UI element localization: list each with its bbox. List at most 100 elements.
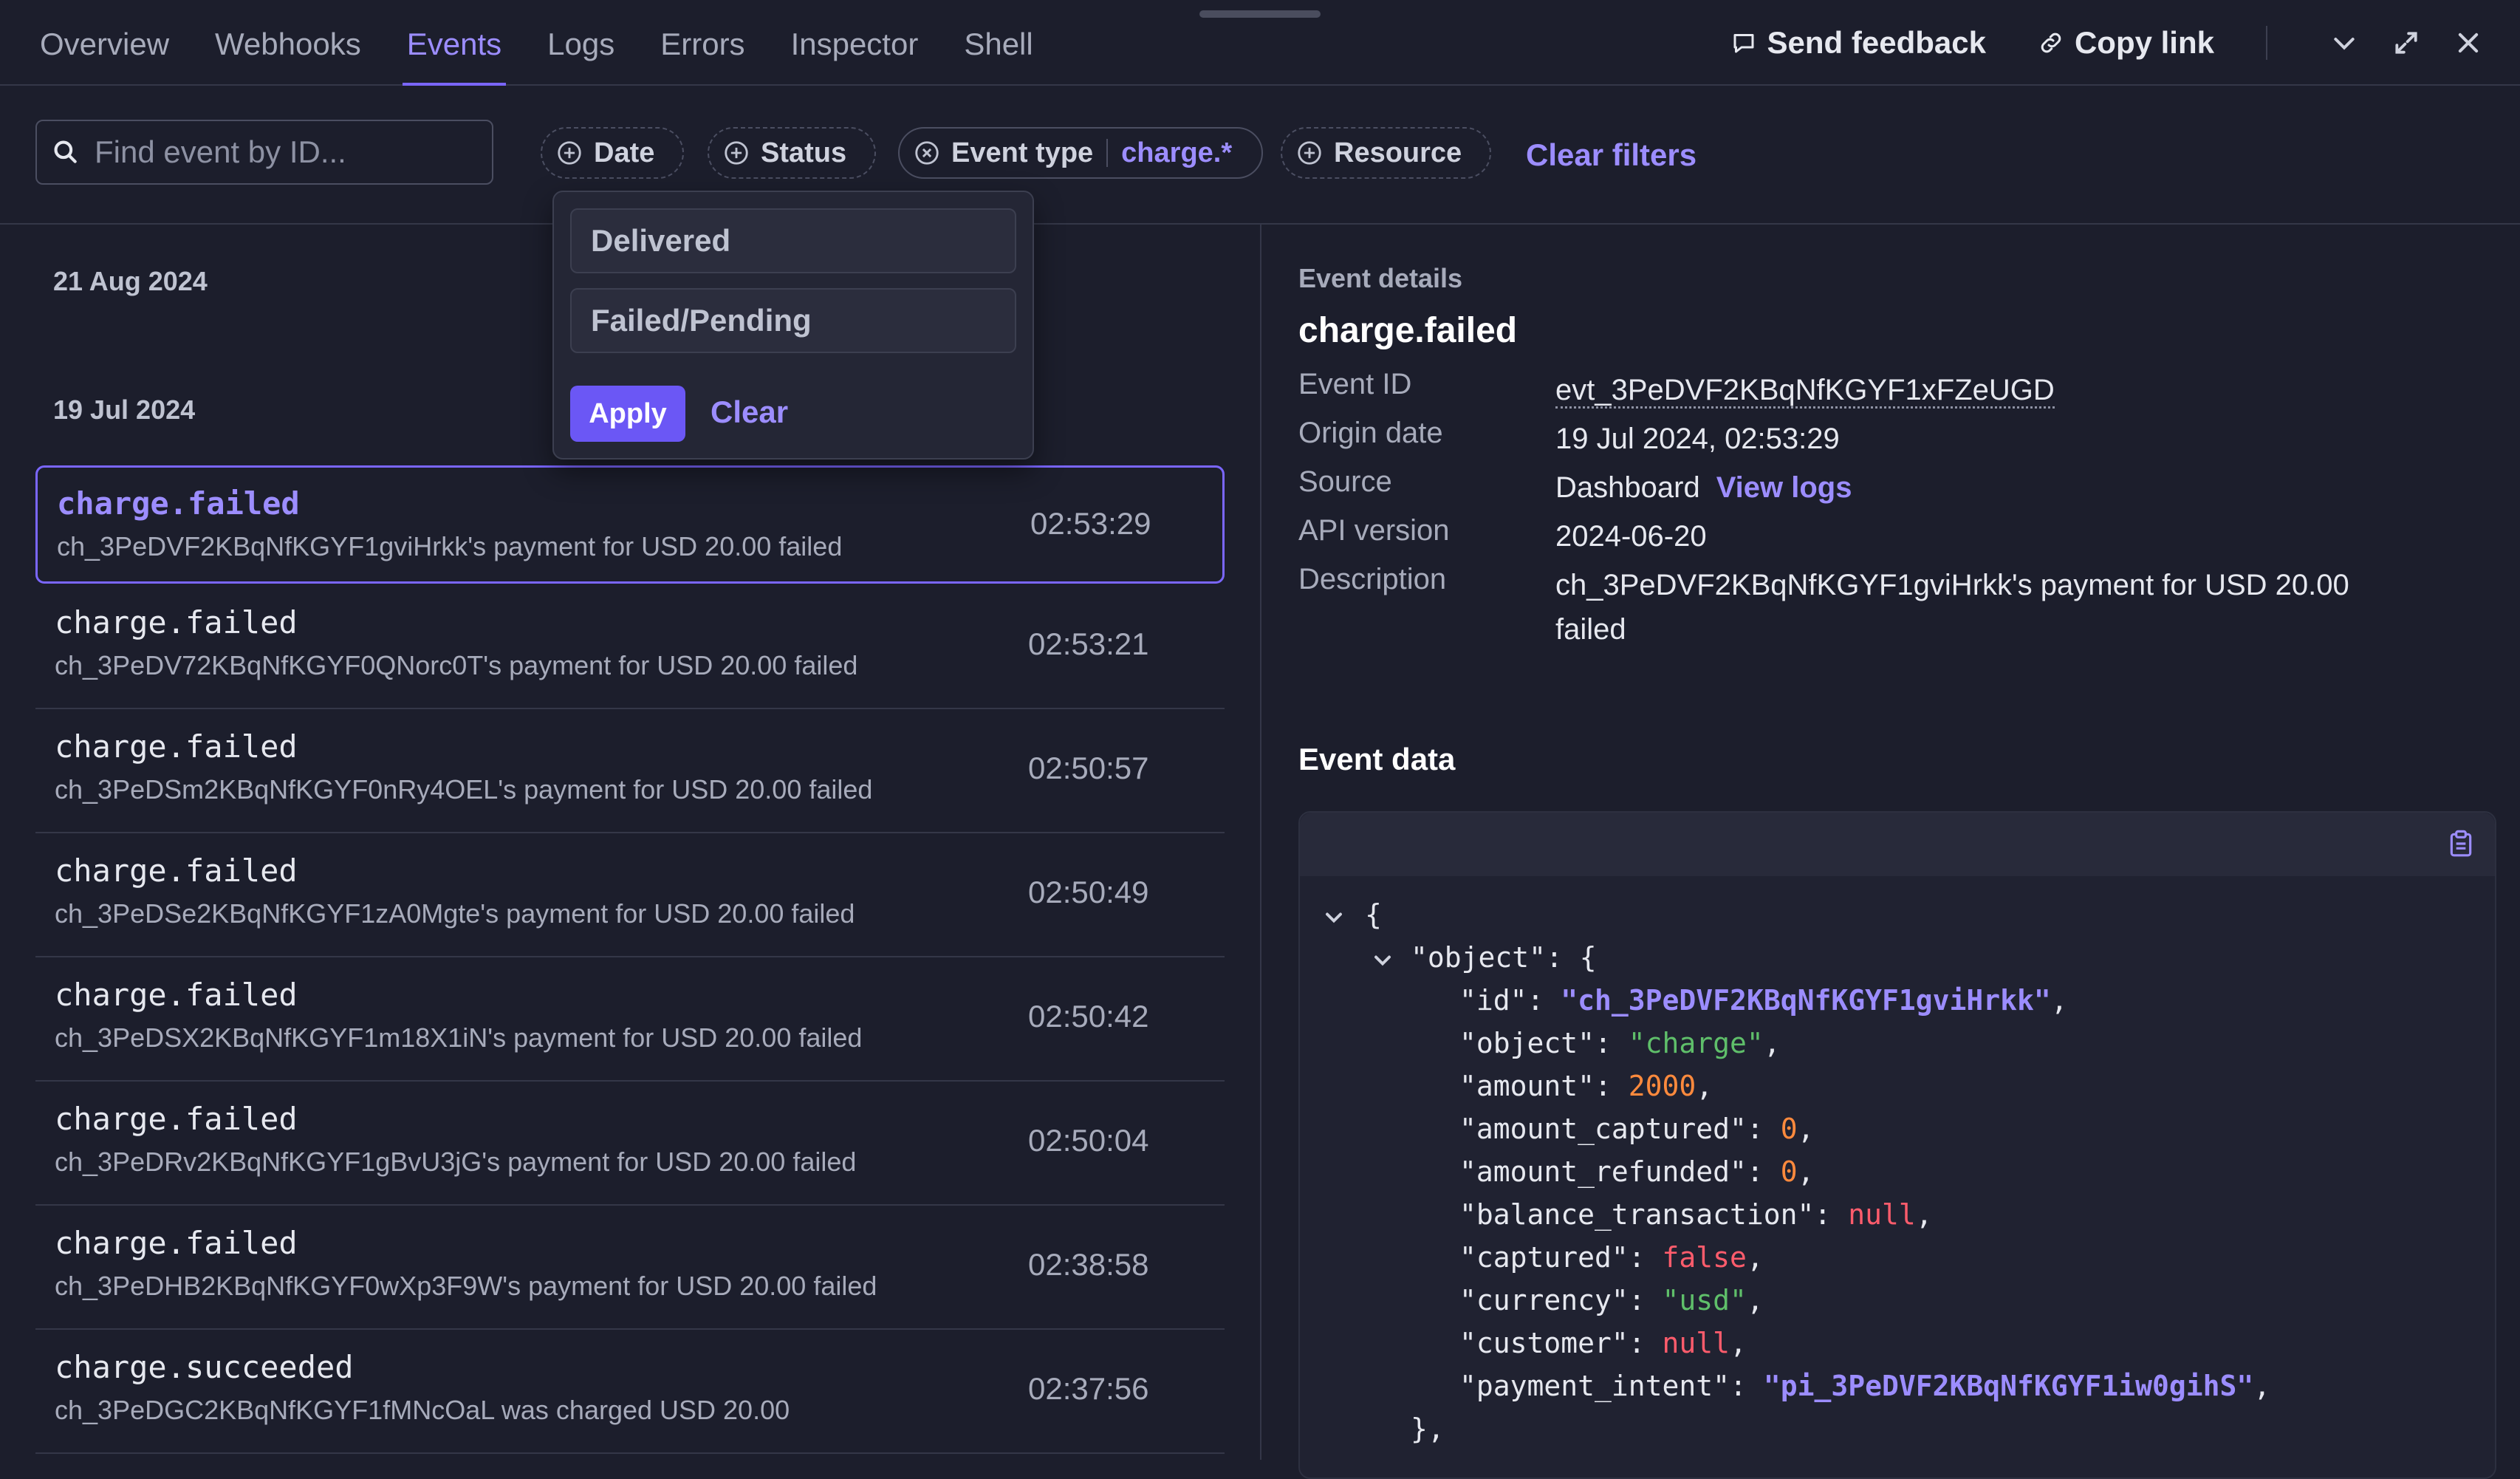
chip-divider	[1106, 139, 1109, 167]
event-description: ch_3PeDSX2KBqNfKGYF1m18X1iN's payment fo…	[55, 1022, 863, 1053]
status-filter-label: Status	[761, 137, 847, 168]
event-type: charge.succeeded	[55, 1349, 354, 1385]
send-feedback-button[interactable]: Send feedback	[1730, 25, 1986, 61]
event-type: charge.failed	[55, 1101, 298, 1137]
json-line-object: "object": "charge",	[1459, 1027, 1781, 1059]
search-icon	[54, 140, 77, 163]
drag-handle[interactable]	[1199, 10, 1321, 18]
tab-inspector[interactable]: Inspector	[791, 22, 919, 84]
detail-key: API version	[1298, 514, 1450, 547]
event-type: charge.failed	[57, 485, 300, 522]
status-option-failed-pending[interactable]: Failed/Pending	[570, 288, 1016, 353]
view-logs-link[interactable]: View logs	[1716, 471, 1852, 504]
event-time: 02:53:21	[1028, 626, 1149, 661]
description-value: ch_3PeDVF2KBqNfKGYF1gviHrkk's payment fo…	[1555, 569, 2349, 646]
event-row[interactable]: charge.failed ch_3PeDSX2KBqNfKGYF1m18X1i…	[35, 959, 1225, 1082]
event-time: 02:50:42	[1028, 999, 1149, 1034]
json-line-id: "id": "ch_3PeDVF2KBqNfKGYF1gviHrkk",	[1459, 984, 2068, 1017]
event-description: ch_3PeDHB2KBqNfKGYF0wXp3F9W's payment fo…	[55, 1271, 877, 1301]
date-filter-chip[interactable]: Date	[541, 127, 685, 179]
detail-key: Description	[1298, 563, 1447, 595]
event-row[interactable]: charge.failed ch_3PeDRv2KBqNfKGYF1gBvU3j…	[35, 1083, 1225, 1206]
divider	[2266, 26, 2267, 60]
close-icon	[2458, 33, 2479, 53]
filter-bar: Date Status Event type charge.* Resource…	[0, 86, 2520, 225]
json-line-payment-intent: "payment_intent": "pi_3PeDVF2KBqNfKGYF1i…	[1459, 1370, 2271, 1402]
top-bar: Overview Webhooks Events Logs Errors Ins…	[0, 0, 2520, 86]
tab-webhooks[interactable]: Webhooks	[215, 22, 361, 84]
date-group-header: 21 Aug 2024	[53, 266, 208, 296]
event-time: 02:50:57	[1028, 751, 1149, 785]
json-line-amount-refunded: "amount_refunded": 0,	[1459, 1155, 1815, 1188]
status-filter-chip[interactable]: Status	[708, 127, 877, 179]
copy-link-button[interactable]: Copy link	[2038, 25, 2214, 61]
chevron-down-icon	[2334, 38, 2355, 50]
expand-icon	[2395, 32, 2417, 54]
event-row-selected[interactable]: charge.failed ch_3PeDVF2KBqNfKGYF1gviHrk…	[35, 465, 1225, 584]
chevron-down-icon[interactable]	[1321, 904, 1347, 931]
event-time: 02:53:29	[1030, 506, 1151, 541]
date-filter-label: Date	[594, 137, 655, 168]
event-time: 02:50:04	[1028, 1123, 1149, 1158]
event-description: ch_3PeDV72KBqNfKGYF0QNorc0T's payment fo…	[55, 650, 858, 680]
event-type-filter-label: Event type	[951, 137, 1094, 168]
event-description: ch_3PeDRv2KBqNfKGYF1gBvU3jG's payment fo…	[55, 1147, 857, 1177]
event-time: 02:38:58	[1028, 1247, 1149, 1282]
event-time: 02:37:56	[1028, 1371, 1149, 1406]
copy-link-label: Copy link	[2074, 25, 2214, 60]
json-line-customer: "customer": null,	[1459, 1327, 1747, 1359]
api-version-value: 2024-06-20	[1555, 520, 1707, 553]
detail-key: Source	[1298, 465, 1392, 498]
resource-filter-chip[interactable]: Resource	[1281, 127, 1492, 179]
collapse-button[interactable]	[2322, 21, 2366, 65]
json-object-close: },	[1411, 1413, 1445, 1445]
event-type-filter-value: charge.*	[1121, 137, 1233, 168]
event-type-filter-chip[interactable]: Event type charge.*	[898, 127, 1264, 179]
event-details-panel: Event details charge.failed Event ID evt…	[1261, 225, 2520, 1479]
event-row[interactable]: charge.succeeded ch_3PeDGC2KBqNfKGYF1fMN…	[35, 1331, 1225, 1454]
date-group-header: 19 Jul 2024	[53, 394, 196, 425]
close-button[interactable]	[2446, 21, 2490, 65]
event-description: ch_3PeDSe2KBqNfKGYF1zA0Mgte's payment fo…	[55, 898, 855, 929]
event-description: ch_3PeDGC2KBqNfKGYF1fMNcOaL was charged …	[55, 1395, 790, 1425]
tab-events[interactable]: Events	[402, 22, 507, 86]
send-feedback-label: Send feedback	[1767, 25, 1986, 60]
status-option-delivered[interactable]: Delivered	[570, 208, 1016, 273]
tab-errors[interactable]: Errors	[660, 22, 744, 84]
source-value: Dashboard	[1555, 471, 1700, 504]
chevron-down-icon[interactable]	[1369, 947, 1396, 974]
plus-circle-icon	[558, 141, 581, 165]
tab-overview[interactable]: Overview	[40, 22, 169, 84]
clear-button[interactable]: Clear	[711, 394, 788, 430]
json-viewer: { "object": { "id": "ch_3PeDVF2KBqNfKGYF…	[1298, 811, 2496, 1479]
search-box	[35, 120, 493, 185]
event-id-value[interactable]: evt_3PeDVF2KBqNfKGYF1xFZeUGD	[1555, 374, 2055, 409]
json-open-brace: {	[1365, 898, 1382, 931]
plus-circle-icon	[725, 141, 748, 165]
tab-shell[interactable]: Shell	[964, 22, 1033, 84]
search-input[interactable]	[93, 134, 480, 171]
event-details-title: charge.failed	[1298, 311, 1518, 350]
event-description: ch_3PeDSm2KBqNfKGYF0nRy4OEL's payment fo…	[55, 774, 873, 805]
apply-button[interactable]: Apply	[570, 386, 685, 442]
tab-logs[interactable]: Logs	[547, 22, 614, 84]
json-viewer-header	[1300, 813, 2495, 876]
status-filter-dropdown: Delivered Failed/Pending Apply Clear	[552, 191, 1034, 460]
expand-button[interactable]	[2384, 21, 2428, 65]
event-row[interactable]: charge.failed ch_3PeDHB2KBqNfKGYF0wXp3F9…	[35, 1207, 1225, 1330]
clipboard-icon[interactable]	[2445, 827, 2477, 860]
clear-filters-link[interactable]: Clear filters	[1526, 137, 1696, 173]
event-type: charge.failed	[55, 728, 298, 765]
speech-bubble-icon	[1733, 34, 1754, 53]
top-actions: Send feedback Copy link	[1730, 21, 2490, 65]
remove-circle-icon[interactable]	[913, 139, 941, 167]
event-row[interactable]: charge.failed ch_3PeDSe2KBqNfKGYF1zA0Mgt…	[35, 835, 1225, 957]
event-data-title: Event data	[1298, 742, 1456, 776]
event-row[interactable]: charge.failed ch_3PeDV72KBqNfKGYF0QNorc0…	[35, 587, 1225, 709]
tab-bar: Overview Webhooks Events Logs Errors Ins…	[40, 22, 1079, 86]
json-line-balance-transaction: "balance_transaction": null,	[1459, 1198, 1933, 1231]
event-row[interactable]: charge.failed ch_3PeDSm2KBqNfKGYF0nRy4OE…	[35, 711, 1225, 833]
plus-circle-icon	[1298, 141, 1321, 165]
json-line-amount-captured: "amount_captured": 0,	[1459, 1113, 1815, 1145]
event-type: charge.failed	[55, 977, 298, 1013]
